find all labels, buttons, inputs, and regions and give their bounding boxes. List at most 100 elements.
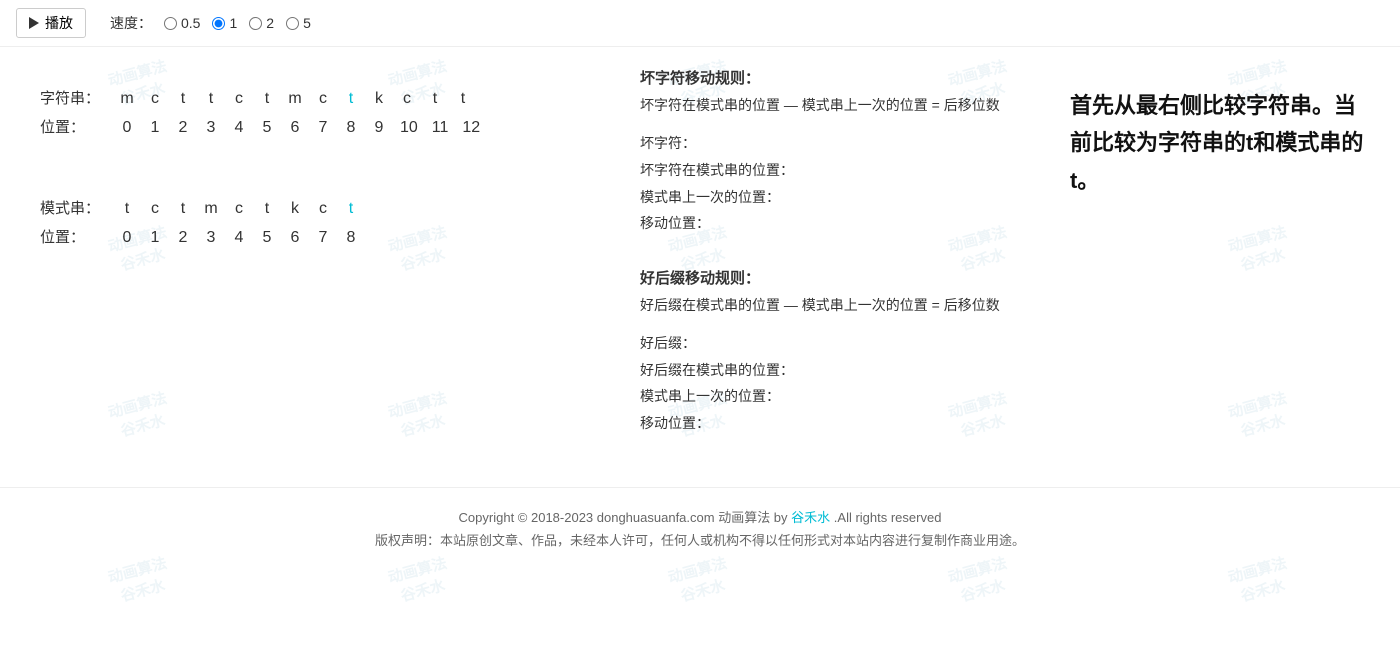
pattern-char-8: t xyxy=(344,200,358,218)
speed-label-05: 0.5 xyxy=(181,15,200,31)
good-suffix-detail-1: 好后缀在模式串的位置： xyxy=(640,357,1020,384)
speed-option-05[interactable]: 0.5 xyxy=(164,15,200,31)
good-suffix-formula: 好后缀在模式串的位置 — 模式串上一次的位置 = 后移位数 xyxy=(640,294,1020,316)
good-suffix-detail-0: 好后缀： xyxy=(640,330,1020,357)
speed-label-2: 2 xyxy=(266,15,274,31)
bad-char-detail-1: 坏字符在模式串的位置： xyxy=(640,157,1020,184)
string-pos-8: 8 xyxy=(344,119,358,137)
footer-disclaimer: 版权声明：本站原创文章、作品，未经本人许可，任何人或机构不得以任何形式对本站内容… xyxy=(18,529,1382,552)
footer: Copyright © 2018-2023 donghuasuanfa.com … xyxy=(0,487,1400,571)
pattern-label: 模式串： xyxy=(40,197,120,218)
string-chars: mcttctmctkctt xyxy=(120,90,470,108)
footer-copyright-text: Copyright © 2018-2023 donghuasuanfa.com … xyxy=(459,510,792,525)
pattern-position-row: 位置： 012345678 xyxy=(40,226,580,247)
right-panel: 首先从最右侧比较字符串。当前比较为字符串的t和模式串的t。 xyxy=(1040,67,1400,467)
string-pos-9: 9 xyxy=(372,119,386,137)
string-char-12: t xyxy=(456,90,470,108)
footer-copyright: Copyright © 2018-2023 donghuasuanfa.com … xyxy=(18,506,1382,529)
string-char-6: m xyxy=(288,90,302,108)
pattern-char-7: c xyxy=(316,200,330,218)
play-button[interactable]: 播放 xyxy=(16,8,86,38)
middle-panel: 坏字符移动规则： 坏字符在模式串的位置 — 模式串上一次的位置 = 后移位数 坏… xyxy=(620,67,1040,467)
description-line-0: 首先从最右侧比较字符串。当 xyxy=(1070,87,1370,124)
speed-radio-1[interactable] xyxy=(212,17,225,30)
string-pos-11: 11 xyxy=(432,119,449,137)
speed-radio-2[interactable] xyxy=(249,17,262,30)
pattern-position-label: 位置： xyxy=(40,226,120,247)
pattern-char-6: k xyxy=(288,200,302,218)
string-char-10: c xyxy=(400,90,414,108)
speed-radio-05[interactable] xyxy=(164,17,177,30)
pattern-char-1: c xyxy=(148,200,162,218)
string-pos-3: 3 xyxy=(204,119,218,137)
footer-author-link[interactable]: 谷禾水 xyxy=(791,510,830,525)
string-pos-6: 6 xyxy=(288,119,302,137)
description-text: 首先从最右侧比较字符串。当前比较为字符串的t和模式串的t。 xyxy=(1070,87,1370,199)
bad-char-detail-0: 坏字符： xyxy=(640,130,1020,157)
bad-char-title: 坏字符移动规则： xyxy=(640,67,1020,88)
speed-control: 速度： 0.5 1 2 5 xyxy=(110,13,311,33)
pattern-positions: 012345678 xyxy=(120,229,358,247)
string-char-9: k xyxy=(372,90,386,108)
bad-char-rule-section: 坏字符移动规则： 坏字符在模式串的位置 — 模式串上一次的位置 = 后移位数 坏… xyxy=(640,67,1020,237)
string-char-8: t xyxy=(344,90,358,108)
bad-char-formula: 坏字符在模式串的位置 — 模式串上一次的位置 = 后移位数 xyxy=(640,94,1020,116)
string-pos-2: 2 xyxy=(176,119,190,137)
pattern-pos-3: 3 xyxy=(204,229,218,247)
pattern-pos-0: 0 xyxy=(120,229,134,247)
main-content: 字符串： mcttctmctkctt 位置： 0123456789101112 … xyxy=(0,47,1400,487)
description-line-1: 前比较为字符串的t和模式串的 xyxy=(1070,124,1370,161)
pattern-pos-6: 6 xyxy=(288,229,302,247)
pattern-char-0: t xyxy=(120,200,134,218)
string-char-5: t xyxy=(260,90,274,108)
speed-label-5: 5 xyxy=(303,15,311,31)
bad-char-details: 坏字符：坏字符在模式串的位置：模式串上一次的位置：移动位置： xyxy=(640,130,1020,236)
bad-char-detail-2: 模式串上一次的位置： xyxy=(640,184,1020,211)
left-panel: 字符串： mcttctmctkctt 位置： 0123456789101112 … xyxy=(0,67,620,467)
string-char-2: t xyxy=(176,90,190,108)
string-pos-4: 4 xyxy=(232,119,246,137)
string-position-label: 位置： xyxy=(40,116,120,137)
good-suffix-detail-3: 移动位置： xyxy=(640,410,1020,437)
good-suffix-title: 好后缀移动规则： xyxy=(640,267,1020,288)
bad-char-detail-3: 移动位置： xyxy=(640,210,1020,237)
string-pos-0: 0 xyxy=(120,119,134,137)
speed-radio-5[interactable] xyxy=(286,17,299,30)
string-position-row: 位置： 0123456789101112 xyxy=(40,116,580,137)
string-char-4: c xyxy=(232,90,246,108)
pattern-chars: tctmctkct xyxy=(120,200,358,218)
pattern-pos-4: 4 xyxy=(232,229,246,247)
string-char-11: t xyxy=(428,90,442,108)
pattern-char-4: c xyxy=(232,200,246,218)
string-label: 字符串： xyxy=(40,87,120,108)
good-suffix-detail-2: 模式串上一次的位置： xyxy=(640,383,1020,410)
speed-option-2[interactable]: 2 xyxy=(249,15,274,31)
good-suffix-details: 好后缀：好后缀在模式串的位置：模式串上一次的位置：移动位置： xyxy=(640,330,1020,436)
string-char-7: c xyxy=(316,90,330,108)
pattern-pos-1: 1 xyxy=(148,229,162,247)
speed-label: 速度： xyxy=(110,13,152,33)
pattern-char-3: m xyxy=(204,200,218,218)
speed-label-1: 1 xyxy=(229,15,237,31)
string-positions: 0123456789101112 xyxy=(120,119,480,137)
good-suffix-rule-section: 好后缀移动规则： 好后缀在模式串的位置 — 模式串上一次的位置 = 后移位数 好… xyxy=(640,267,1020,437)
pattern-pos-2: 2 xyxy=(176,229,190,247)
pattern-pos-7: 7 xyxy=(316,229,330,247)
string-pos-1: 1 xyxy=(148,119,162,137)
string-char-1: c xyxy=(148,90,162,108)
speed-option-5[interactable]: 5 xyxy=(286,15,311,31)
description-line-2: t。 xyxy=(1070,162,1370,199)
pattern-char-5: t xyxy=(260,200,274,218)
string-pos-12: 12 xyxy=(462,119,480,137)
play-label: 播放 xyxy=(45,13,73,33)
pattern-pos-5: 5 xyxy=(260,229,274,247)
speed-option-1[interactable]: 1 xyxy=(212,15,237,31)
toolbar: 播放 速度： 0.5 1 2 5 xyxy=(0,0,1400,47)
footer-rights: .All rights reserved xyxy=(830,510,941,525)
pattern-row: 模式串： tctmctkct xyxy=(40,197,580,218)
pattern-char-2: t xyxy=(176,200,190,218)
string-char-0: m xyxy=(120,90,134,108)
play-icon xyxy=(29,17,39,29)
string-row: 字符串： mcttctmctkctt xyxy=(40,87,580,108)
string-char-3: t xyxy=(204,90,218,108)
